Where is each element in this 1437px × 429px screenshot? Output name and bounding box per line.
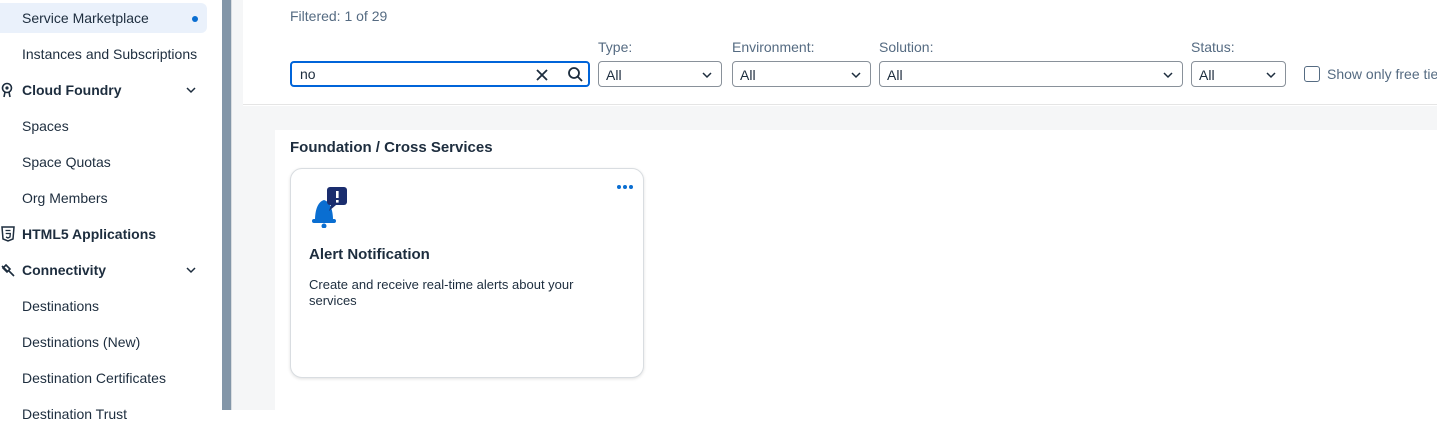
selected-dot-icon [192,16,198,22]
filter-bar: Filtered: 1 of 29 no Type: All Environme… [243,0,1437,105]
sidebar-item-destinations[interactable]: Destinations [0,291,207,321]
services-panel: Foundation / Cross Services Alert Notifi… [275,130,1437,410]
sidebar-item-instances-and-subscriptions[interactable]: Instances and Subscriptions [0,39,207,69]
sidebar-item-label: Destination Certificates [22,370,166,386]
sidebar-item-label: HTML5 Applications [22,226,157,242]
sidebar-item-label: Connectivity [22,262,107,278]
type-select-value: All [606,67,622,83]
more-options-icon[interactable] [615,181,635,193]
service-card-description: Create and receive real-time alerts abou… [309,277,574,308]
sidebar-item-label: Destination Trust [22,406,128,422]
sidebar-item-destinations-new[interactable]: Destinations (New) [0,327,207,357]
sidebar-item-label: Destinations (New) [22,334,141,350]
sidebar-item-cloud-foundry[interactable]: Cloud Foundry [0,75,207,105]
status-select-value: All [1199,67,1215,83]
sidebar-item-label: Destinations [22,298,100,314]
sidebar-item-label: Space Quotas [22,154,111,170]
sidebar-item-label: Service Marketplace [22,10,149,26]
search-icon[interactable] [567,66,584,83]
section-title: Foundation / Cross Services [290,139,493,156]
cloud-foundry-icon [1,82,13,98]
html5-icon [1,226,15,242]
solution-select[interactable]: All [879,61,1183,87]
chevron-down-icon [702,72,712,79]
sidebar-item-space-quotas[interactable]: Space Quotas [0,147,207,177]
content-gutter [231,0,243,410]
alert-bell-icon [312,187,347,228]
chevron-down-icon[interactable] [185,264,197,276]
status-select[interactable]: All [1191,61,1286,87]
search-input[interactable]: no [290,61,590,87]
environment-label: Environment: [732,39,815,55]
side-navigation: Service Marketplace Instances and Subscr… [0,0,222,422]
service-card-title: Alert Notification [309,246,430,263]
environment-select-value: All [740,67,756,83]
content-area: Foundation / Cross Services Alert Notifi… [243,106,1437,410]
chevron-down-icon[interactable] [185,84,197,96]
sidebar-splitter[interactable] [222,0,231,410]
solution-label: Solution: [879,39,934,55]
sidebar-item-org-members[interactable]: Org Members [0,183,207,213]
sidebar-item-service-marketplace[interactable]: Service Marketplace [0,3,207,33]
chevron-down-icon [1163,72,1173,79]
sidebar-item-connectivity[interactable]: Connectivity [0,255,207,285]
filtered-count: Filtered: 1 of 29 [290,8,388,24]
connectivity-icon [1,263,15,277]
type-select[interactable]: All [598,61,722,87]
sidebar-item-destination-trust[interactable]: Destination Trust [0,399,207,429]
status-label: Status: [1191,39,1235,55]
environment-select[interactable]: All [732,61,871,87]
free-tier-label[interactable]: Show only free tier [1327,66,1437,82]
solution-select-value: All [887,67,903,83]
clear-icon[interactable] [534,67,550,83]
chevron-down-icon [851,72,861,79]
sidebar-item-label: Spaces [22,118,69,134]
service-card[interactable]: Alert Notification Create and receive re… [290,168,644,378]
sidebar-item-label: Instances and Subscriptions [22,46,198,62]
sidebar-item-html5-applications[interactable]: HTML5 Applications [0,219,207,249]
chevron-down-icon [1266,72,1276,79]
free-tier-checkbox[interactable] [1304,66,1320,82]
sidebar-item-label: Org Members [22,190,108,206]
type-label: Type: [598,39,633,55]
sidebar-item-destination-certificates[interactable]: Destination Certificates [0,363,207,393]
sidebar-item-spaces[interactable]: Spaces [0,111,207,141]
sidebar-item-label: Cloud Foundry [22,82,122,98]
search-input-value[interactable]: no [300,66,316,82]
